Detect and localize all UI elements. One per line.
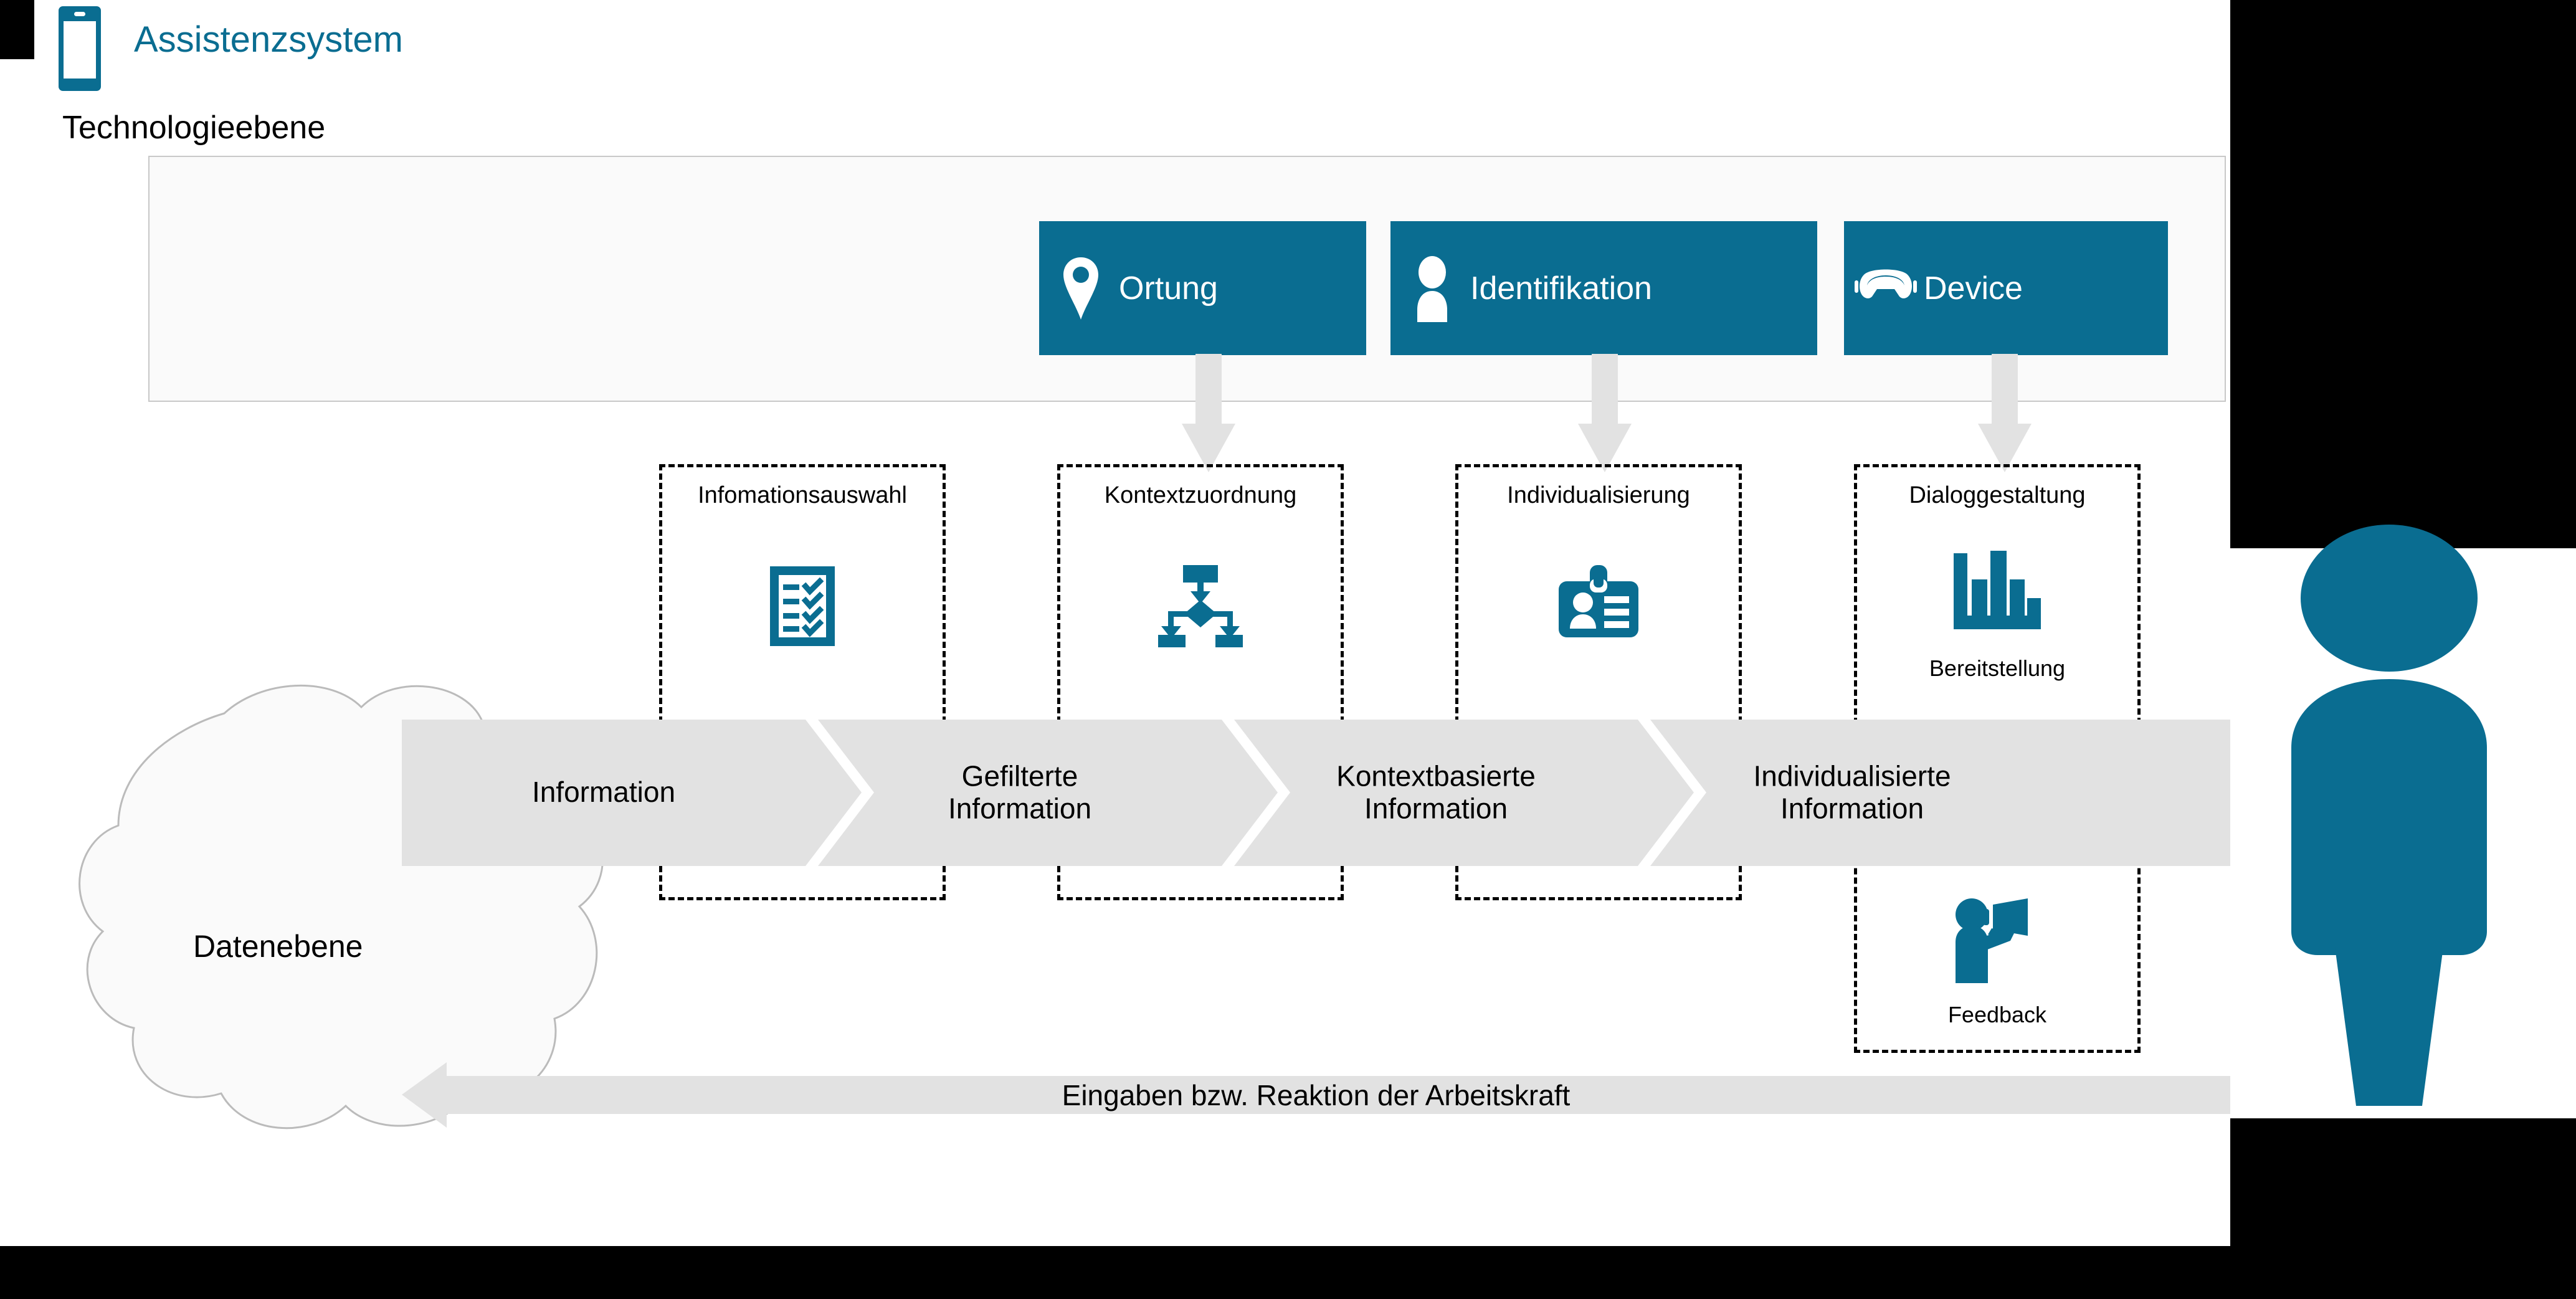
page-title: Assistenzsystem [134, 19, 403, 60]
tech-box-ortung[interactable]: Ortung [1039, 221, 1366, 355]
flowchart-icon [1157, 564, 1244, 650]
person-icon [1398, 255, 1466, 322]
tech-box-identifikation[interactable]: Identifikation [1390, 221, 1817, 355]
sub-label-feedback: Feedback [1947, 1002, 2047, 1027]
tech-box-label: Ortung [1119, 270, 1218, 307]
flow-step-line: Information [948, 792, 1092, 824]
feedback-arrow-label: Eingaben bzw. Reaktion der Arbeitskraft [1062, 1078, 1571, 1111]
bar-chart-icon [1954, 548, 2041, 637]
down-arrow-ortung-to-kontextzuordnung [1182, 354, 1235, 472]
diagram-canvas: Assistenzsystem Technologieebene Ortung … [0, 0, 2576, 1299]
sub-label-bereitstellung: Bereitstellung [1929, 655, 2066, 681]
flow-step-label-4: Individualisierte Information [1650, 760, 2054, 824]
stage-title: Kontextzuordnung [1104, 482, 1297, 508]
ar-glasses-icon [1851, 265, 1920, 312]
flow-step-label-2: Gefilterte Information [818, 760, 1222, 824]
stage-title: Dialoggestaltung [1909, 482, 2086, 508]
tech-box-device[interactable]: Device [1844, 221, 2168, 355]
worker-person-icon [2291, 525, 2487, 1106]
flow-step-line: Individualisierte [1753, 759, 1951, 792]
stage-title: Infomationsauswahl [698, 482, 907, 508]
smartphone-icon [57, 5, 102, 92]
flow-step-label-1: Information [531, 776, 676, 809]
tech-box-label: Identifikation [1470, 270, 1652, 307]
tech-box-label: Device [1924, 270, 2023, 307]
id-badge-icon [1555, 564, 1642, 643]
down-arrow-identifikation-to-individualisierung [1578, 354, 1632, 472]
flow-step-line: Information [1780, 792, 1924, 824]
data-layer-label: Datenebene [193, 929, 363, 964]
location-pin-icon [1047, 256, 1115, 321]
flow-step-line: Gefilterte [961, 759, 1078, 792]
technology-layer-label: Technologieebene [62, 110, 326, 146]
stage-title: Individualisierung [1507, 482, 1690, 508]
checklist-icon [768, 564, 837, 652]
flow-step-line: Information [1364, 792, 1508, 824]
megaphone-person-icon [1948, 897, 2046, 987]
flow-step-line: Kontextbasierte [1336, 759, 1536, 792]
down-arrow-device-to-dialoggestaltung [1978, 354, 2032, 472]
flow-step-label-3: Kontextbasierte Information [1234, 760, 1638, 824]
